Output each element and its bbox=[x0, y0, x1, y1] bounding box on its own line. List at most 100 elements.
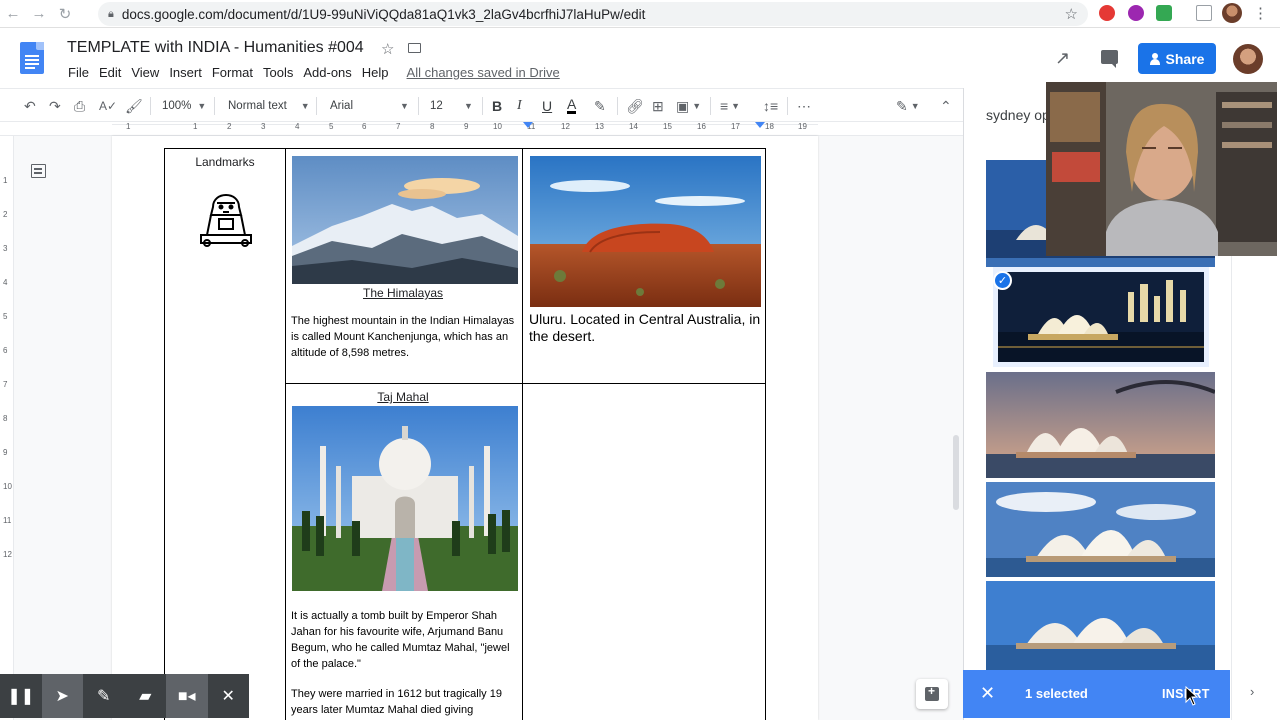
docs-logo-icon[interactable] bbox=[20, 42, 44, 74]
style-select[interactable]: Normal text ▼ bbox=[228, 96, 310, 116]
extension-icon-red[interactable] bbox=[1099, 5, 1115, 21]
add-comment-icon[interactable]: ⊞ bbox=[652, 96, 664, 116]
document-title[interactable]: TEMPLATE with INDIA - Humanities #004 bbox=[67, 39, 364, 57]
bookmark-star-icon[interactable]: ☆ bbox=[1065, 5, 1078, 23]
zoom-select[interactable]: 100% ▼ bbox=[162, 96, 206, 116]
table-cell-taj-mahal[interactable]: Taj Mahal It is actually a tomb built by… bbox=[285, 383, 523, 720]
formatting-toolbar: ↶ ↷ ⎙ A✓ 🖌︎ 100% ▼ Normal text ▼ Arial ▼ 12… bbox=[0, 88, 963, 122]
move-folder-icon[interactable] bbox=[408, 43, 421, 53]
first-line-indent-marker[interactable] bbox=[523, 122, 533, 128]
insert-image-icon[interactable]: ▣ ▼ bbox=[676, 96, 701, 116]
highlight-icon[interactable]: ✎ bbox=[594, 96, 606, 116]
forward-icon[interactable]: → bbox=[26, 1, 52, 27]
italic-icon[interactable]: I bbox=[517, 96, 522, 116]
browser-profile-avatar[interactable] bbox=[1222, 3, 1242, 23]
ruler-number: 10 bbox=[3, 482, 12, 491]
ruler-number: 8 bbox=[3, 414, 8, 423]
menu-tools[interactable]: Tools bbox=[258, 65, 298, 80]
search-result-image[interactable] bbox=[986, 372, 1215, 478]
vertical-ruler[interactable]: 1 2 3 4 5 6 7 8 9 10 11 12 bbox=[0, 136, 14, 720]
explore-icon bbox=[925, 684, 939, 701]
activity-trend-icon[interactable]: ↗ bbox=[1055, 48, 1070, 69]
underline-icon[interactable]: U bbox=[542, 96, 552, 116]
camera-icon[interactable]: ■◂ bbox=[166, 674, 208, 718]
share-label: Share bbox=[1165, 50, 1205, 67]
bold-icon[interactable]: B bbox=[492, 96, 502, 116]
text-color-icon[interactable]: A bbox=[567, 96, 577, 114]
explore-button[interactable] bbox=[916, 679, 948, 709]
browser-menu-icon[interactable]: ⋮ bbox=[1253, 4, 1268, 22]
menu-edit[interactable]: Edit bbox=[94, 65, 126, 80]
right-indent-marker[interactable] bbox=[755, 122, 765, 128]
explore-search-input[interactable]: sydney op bbox=[986, 107, 1050, 123]
highlighter-icon[interactable]: ▰ bbox=[125, 674, 167, 718]
font-size-select[interactable]: 12 ▼ bbox=[430, 96, 473, 116]
ruler-number: 3 bbox=[261, 122, 266, 131]
himalayas-caption: The Himalayas bbox=[362, 286, 444, 300]
align-icon[interactable]: ≡ ▼ bbox=[720, 96, 740, 116]
extension-icon-green[interactable] bbox=[1156, 5, 1172, 21]
lock-icon: 🔒︎ bbox=[108, 7, 114, 20]
ruler-number: 11 bbox=[3, 516, 12, 525]
ruler-number: 6 bbox=[362, 122, 367, 131]
extension-icon-purple[interactable] bbox=[1128, 5, 1144, 21]
document-outline-icon[interactable] bbox=[31, 164, 46, 178]
share-button[interactable]: Share bbox=[1138, 43, 1216, 74]
editing-mode-icon[interactable]: ✎ ▼ bbox=[896, 96, 920, 116]
menu-view[interactable]: View bbox=[126, 65, 164, 80]
ruler-number: 1 bbox=[126, 122, 131, 131]
undo-icon[interactable]: ↶ bbox=[24, 96, 36, 116]
save-status-link[interactable]: All changes saved in Drive bbox=[402, 65, 565, 80]
horizontal-ruler[interactable]: 1 1 2 3 4 5 6 7 8 9 10 11 12 13 14 15 16… bbox=[0, 122, 963, 136]
close-icon[interactable]: ✕ bbox=[980, 683, 995, 704]
spellcheck-icon[interactable]: A✓ bbox=[99, 96, 117, 116]
table-cell-himalayas[interactable]: The Himalayas The highest mountain in th… bbox=[285, 148, 523, 384]
chevron-down-icon: ▼ bbox=[464, 101, 473, 111]
redo-icon[interactable]: ↷ bbox=[49, 96, 61, 116]
pointer-icon[interactable]: ➤ bbox=[41, 674, 83, 718]
pen-icon[interactable]: ✎ bbox=[83, 674, 125, 718]
font-select[interactable]: Arial ▼ bbox=[330, 96, 409, 116]
star-icon[interactable]: ☆ bbox=[381, 40, 394, 58]
collapse-chevron-icon[interactable]: ⌃ bbox=[940, 96, 952, 116]
search-result-image-selected[interactable] bbox=[993, 267, 1209, 367]
mouse-cursor-icon bbox=[1185, 686, 1199, 706]
back-icon[interactable]: ← bbox=[0, 1, 26, 27]
reading-list-icon[interactable] bbox=[1196, 5, 1212, 21]
table-cell-landmarks[interactable]: Landmarks bbox=[164, 148, 286, 720]
menu-file[interactable]: File bbox=[63, 65, 94, 80]
address-bar[interactable]: 🔒︎ docs.google.com/document/d/1U9-99uNiV… bbox=[98, 2, 1088, 26]
taj-mahal-image[interactable] bbox=[292, 406, 518, 591]
ruler-number: 2 bbox=[3, 210, 8, 219]
ruler-number: 1 bbox=[3, 176, 8, 185]
close-recorder-icon[interactable]: ✕ bbox=[208, 674, 250, 718]
ruler-number: 4 bbox=[3, 278, 8, 287]
table-cell-uluru[interactable]: Uluru. Located in Central Australia, in … bbox=[522, 148, 766, 384]
ruler-number: 7 bbox=[3, 380, 8, 389]
expand-chevron-icon[interactable]: › bbox=[1250, 684, 1254, 699]
more-icon[interactable]: ⋯ bbox=[797, 96, 811, 116]
menu-addons[interactable]: Add-ons bbox=[298, 65, 356, 80]
search-result-image[interactable] bbox=[986, 482, 1215, 577]
menu-insert[interactable]: Insert bbox=[164, 65, 207, 80]
taj-mahal-description-continued: They were married in 1612 but tragically… bbox=[291, 688, 502, 716]
menu-format[interactable]: Format bbox=[207, 65, 258, 80]
paint-format-icon[interactable]: 🖌︎ bbox=[125, 96, 143, 116]
sphinx-icon bbox=[200, 194, 252, 247]
ruler-number: 7 bbox=[396, 122, 401, 131]
line-spacing-icon[interactable]: ↕≡ bbox=[763, 96, 778, 116]
account-avatar[interactable] bbox=[1233, 44, 1263, 74]
print-icon[interactable]: ⎙ bbox=[74, 96, 85, 116]
person-icon bbox=[1149, 52, 1160, 65]
search-result-image[interactable] bbox=[986, 581, 1215, 671]
panel-scrollbar[interactable] bbox=[953, 435, 959, 510]
uluru-image[interactable] bbox=[530, 156, 761, 307]
reload-icon[interactable]: ↻ bbox=[52, 1, 78, 27]
pause-icon[interactable]: ❚❚ bbox=[0, 674, 42, 718]
table-cell-empty[interactable] bbox=[522, 383, 766, 720]
document-page[interactable]: Landmarks The Himalayas The highest moun… bbox=[112, 136, 818, 720]
link-icon[interactable]: 🔗︎ bbox=[626, 96, 644, 116]
comment-history-icon[interactable] bbox=[1101, 50, 1118, 68]
menu-help[interactable]: Help bbox=[357, 65, 394, 80]
himalayas-image[interactable] bbox=[292, 156, 518, 284]
